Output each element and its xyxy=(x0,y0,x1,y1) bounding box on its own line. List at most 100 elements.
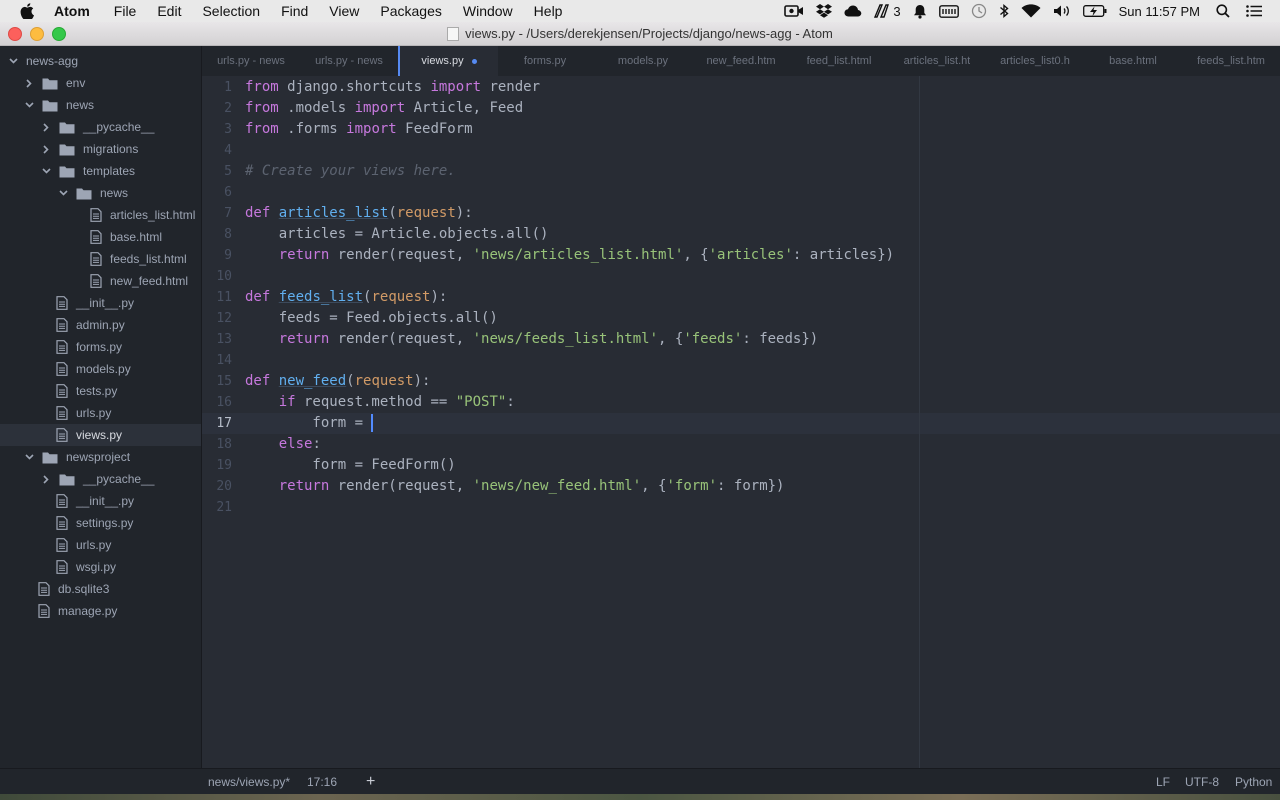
menu-view[interactable]: View xyxy=(329,3,359,19)
tab-views-py[interactable]: views.py xyxy=(398,46,498,76)
tree-folder-pycache[interactable]: __pycache__ xyxy=(0,468,201,490)
zoom-window-button[interactable] xyxy=(52,27,66,41)
code-line[interactable]: form = xyxy=(245,413,374,434)
tab-models-py[interactable]: models.py xyxy=(594,46,692,76)
tree-file-forms-py[interactable]: forms.py xyxy=(0,336,201,358)
code-line[interactable]: feeds = Feed.objects.all() xyxy=(245,308,498,329)
chevron-down-icon[interactable] xyxy=(24,100,34,110)
tree-file-models-py[interactable]: models.py xyxy=(0,358,201,380)
line-number: 6 xyxy=(224,185,232,200)
code-line[interactable]: from .models import Article, Feed xyxy=(245,98,523,119)
adobe-notifications-icon[interactable]: 3 xyxy=(874,4,901,19)
tree-file-wsgi-py[interactable]: wsgi.py xyxy=(0,556,201,578)
tab-forms-py[interactable]: forms.py xyxy=(496,46,594,76)
file-text-icon xyxy=(38,582,50,596)
tree-file-views-py[interactable]: views.py xyxy=(0,424,201,446)
chevron-right-icon[interactable] xyxy=(24,78,34,88)
tab-articles-list0-h[interactable]: articles_list0.h xyxy=(986,46,1084,76)
tree-file-tests-py[interactable]: tests.py xyxy=(0,380,201,402)
tree-file-manage-py[interactable]: manage.py xyxy=(0,600,201,622)
tree-folder-newsproject[interactable]: newsproject xyxy=(0,446,201,468)
menu-selection[interactable]: Selection xyxy=(202,3,260,19)
tree-file-settings-py[interactable]: settings.py xyxy=(0,512,201,534)
tree-file-admin-py[interactable]: admin.py xyxy=(0,314,201,336)
menu-packages[interactable]: Packages xyxy=(380,3,441,19)
tab-articles-list-ht[interactable]: articles_list.ht xyxy=(888,46,986,76)
code-line[interactable]: def feeds_list(request): xyxy=(245,287,447,308)
tab-new-feed-htm[interactable]: new_feed.htm xyxy=(692,46,790,76)
tree-file-new-feed-html[interactable]: new_feed.html xyxy=(0,270,201,292)
notification-bell-icon[interactable] xyxy=(913,4,927,19)
menubar-clock[interactable]: Sun 11:57 PM xyxy=(1119,4,1200,19)
tree-folder-templates[interactable]: templates xyxy=(0,160,201,182)
code-editor[interactable]: 1 2 3 4 5 6 7 8 9 10 11 12 13 14 15 16 17 18 19 20 21 from d… xyxy=(202,76,1280,768)
code-line[interactable]: return render(request, 'news/feeds_list.… xyxy=(245,329,818,350)
tree-file-init-py[interactable]: __init__.py xyxy=(0,490,201,512)
minimize-window-button[interactable] xyxy=(30,27,44,41)
creative-cloud-icon[interactable] xyxy=(844,5,862,17)
menu-file[interactable]: File xyxy=(114,3,137,19)
bluetooth-icon[interactable] xyxy=(999,3,1009,19)
chevron-down-icon[interactable] xyxy=(8,56,18,66)
tree-folder-news-agg[interactable]: news-agg xyxy=(0,50,201,72)
tree-file-urls-py[interactable]: urls.py xyxy=(0,402,201,424)
chevron-right-icon[interactable] xyxy=(41,474,51,484)
code-line[interactable]: from django.shortcuts import render xyxy=(245,77,540,98)
tree-file-articles-list-html[interactable]: articles_list.html xyxy=(0,204,201,226)
status-file-path[interactable]: news/views.py* xyxy=(208,769,290,795)
code-line[interactable]: def articles_list(request): xyxy=(245,203,473,224)
code-line[interactable]: from .forms import FeedForm xyxy=(245,119,473,140)
tab-urls-py-news[interactable]: urls.py - news xyxy=(202,46,300,76)
tree-file-base-html[interactable]: base.html xyxy=(0,226,201,248)
status-encoding[interactable]: UTF-8 xyxy=(1185,769,1219,795)
chevron-down-icon[interactable] xyxy=(58,188,68,198)
code-line[interactable]: form = FeedForm() xyxy=(245,455,455,476)
code-line[interactable]: def new_feed(request): xyxy=(245,371,430,392)
tab-urls-py-news[interactable]: urls.py - news xyxy=(300,46,398,76)
code-line[interactable]: # Create your views here. xyxy=(245,161,456,182)
apple-menu-icon[interactable] xyxy=(20,3,38,19)
tree-file-db-sqlite3[interactable]: db.sqlite3 xyxy=(0,578,201,600)
close-window-button[interactable] xyxy=(8,27,22,41)
time-machine-icon[interactable] xyxy=(971,3,987,19)
code-line[interactable]: else: xyxy=(245,434,321,455)
add-github-button[interactable]: + xyxy=(366,769,375,795)
modified-indicator-icon[interactable] xyxy=(471,58,477,64)
chevron-right-icon[interactable] xyxy=(41,144,51,154)
notification-center-icon[interactable] xyxy=(1246,5,1262,17)
video-camera-icon[interactable] xyxy=(784,4,804,18)
menu-window[interactable]: Window xyxy=(463,3,513,19)
chevron-right-icon[interactable] xyxy=(41,122,51,132)
spotlight-search-icon[interactable] xyxy=(1216,4,1230,18)
dropbox-icon[interactable] xyxy=(816,4,833,18)
status-grammar[interactable]: Python xyxy=(1235,769,1272,795)
battery-charging-icon[interactable] xyxy=(1082,5,1107,17)
code-line[interactable]: return render(request, 'news/articles_li… xyxy=(245,245,894,266)
wrap-guide xyxy=(919,76,920,768)
menu-find[interactable]: Find xyxy=(281,3,308,19)
menu-help[interactable]: Help xyxy=(534,3,563,19)
code-line[interactable]: articles = Article.objects.all() xyxy=(245,224,549,245)
chevron-down-icon[interactable] xyxy=(24,452,34,462)
status-line-ending[interactable]: LF xyxy=(1156,769,1170,795)
app-menu-atom[interactable]: Atom xyxy=(54,3,90,19)
tree-file-feeds-list-html[interactable]: feeds_list.html xyxy=(0,248,201,270)
tree-folder-news[interactable]: news xyxy=(0,94,201,116)
code-line[interactable]: if request.method == "POST": xyxy=(245,392,515,413)
tree-file-urls-py[interactable]: urls.py xyxy=(0,534,201,556)
menu-edit[interactable]: Edit xyxy=(157,3,181,19)
tree-file-init-py[interactable]: __init__.py xyxy=(0,292,201,314)
tab-feeds-list-htm[interactable]: feeds_list.htm xyxy=(1182,46,1280,76)
tree-folder-env[interactable]: env xyxy=(0,72,201,94)
tree-folder-migrations[interactable]: migrations xyxy=(0,138,201,160)
keyboard-viewer-icon[interactable] xyxy=(938,4,959,18)
tab-base-html[interactable]: base.html xyxy=(1084,46,1182,76)
tree-folder-news[interactable]: news xyxy=(0,182,201,204)
tab-feed-list-html[interactable]: feed_list.html xyxy=(790,46,888,76)
code-line[interactable]: return render(request, 'news/new_feed.ht… xyxy=(245,476,785,497)
tree-folder-pycache[interactable]: __pycache__ xyxy=(0,116,201,138)
status-cursor-position[interactable]: 17:16 xyxy=(307,769,337,795)
wifi-icon[interactable] xyxy=(1021,4,1041,18)
volume-icon[interactable] xyxy=(1053,4,1071,18)
chevron-down-icon[interactable] xyxy=(41,166,51,176)
